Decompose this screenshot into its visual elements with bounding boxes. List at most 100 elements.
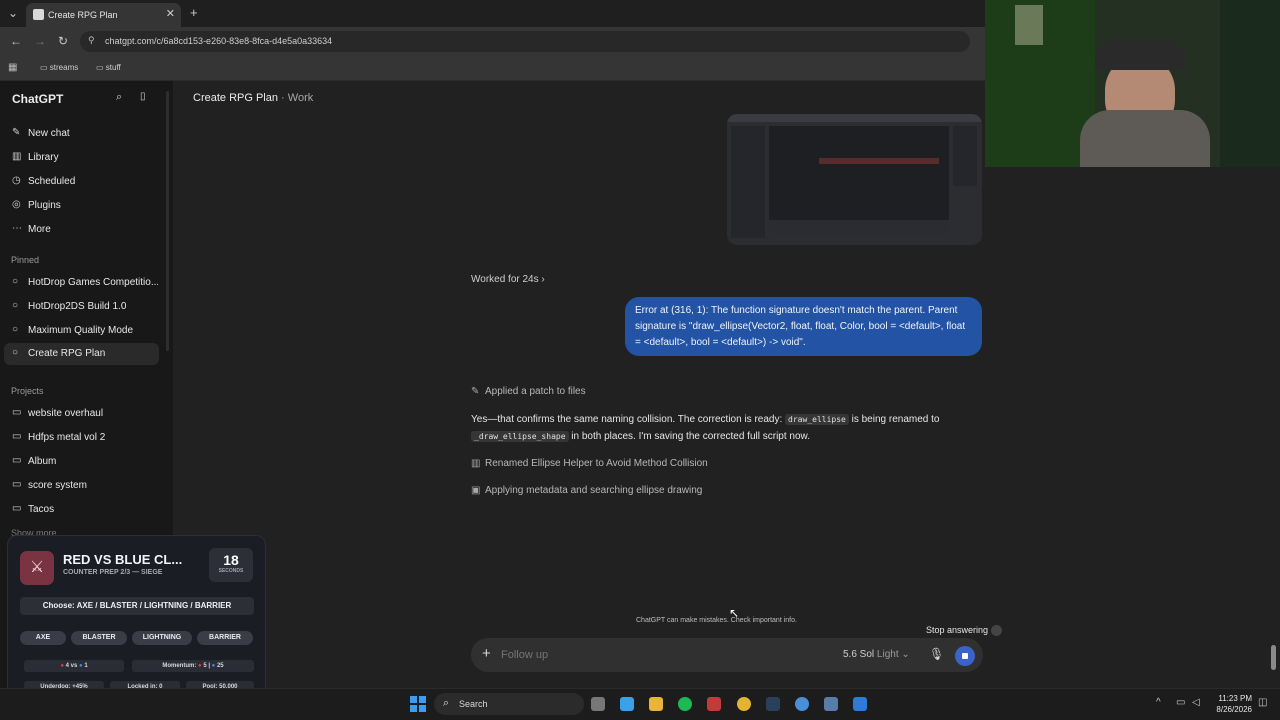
plus-icon[interactable]: + [482, 646, 491, 662]
microphone-icon[interactable]: 🎙 [929, 647, 944, 661]
assistant-reply: Yes—that confirms the same naming collis… [471, 414, 940, 442]
option-blaster-button[interactable]: BLASTER [71, 631, 127, 645]
key-hint-icon [990, 625, 1002, 637]
step-renamed[interactable]: ▥ Renamed Ellipse Helper to Avoid Method … [471, 458, 708, 469]
windows-start-icon[interactable] [410, 696, 426, 712]
sidebar-item-more[interactable]: ⋯ More [10, 222, 160, 240]
notification-bell-icon[interactable]: ◫ [1258, 697, 1267, 708]
close-tab-icon[interactable]: ✕ [166, 7, 175, 20]
projects-heading: Projects [11, 386, 44, 396]
blue-dot-icon: ● [79, 663, 83, 669]
project-name[interactable]: Work [288, 92, 313, 104]
conversation-header: Create RPG Plan · Work [193, 92, 314, 104]
option-lightning-button[interactable]: LIGHTNING [132, 631, 192, 645]
bookmark-folder-streams[interactable]: ▭ streams [40, 63, 78, 72]
sidebar-item-new-chat[interactable]: ✎ New chat [10, 126, 160, 144]
pinned-item[interactable]: ○ HotDrop2DS Build 1.0 [10, 299, 160, 317]
folder-icon: ▭ [40, 63, 48, 72]
pinned-item-active[interactable]: ○ Create RPG Plan [4, 343, 159, 365]
project-item[interactable]: ▭ Hdfps metal vol 2 [10, 430, 160, 448]
site-info-icon[interactable]: ⚲ [88, 35, 95, 46]
sidebar-item-library[interactable]: ▥ Library [10, 150, 160, 168]
mouse-cursor-icon: ↖ [729, 606, 740, 620]
steam-icon[interactable] [766, 697, 780, 711]
chrome-active-icon[interactable] [795, 697, 809, 711]
brand-title[interactable]: ChatGPT [12, 92, 63, 106]
chat-bubble-icon: ○ [12, 300, 19, 311]
bookmark-folder-stuff[interactable]: ▭ stuff [96, 63, 121, 72]
inline-code: draw_ellipse [785, 414, 849, 425]
project-item[interactable]: ▭ website overhaul [10, 406, 160, 424]
book-icon: ▥ [471, 458, 481, 469]
clock-icon: ◷ [12, 175, 21, 186]
widget-title: RED VS BLUE CL... [63, 552, 183, 567]
attached-screenshot-image[interactable] [727, 114, 982, 245]
sidebar-scrollbar[interactable] [166, 91, 169, 351]
sidebar-item-plugins[interactable]: ◎ Plugins [10, 198, 160, 216]
momentum-stat: Momentum: ● 5 | ● 25 [132, 660, 254, 672]
file-explorer-icon[interactable] [649, 697, 663, 711]
worked-for-toggle[interactable]: Worked for 24s › [471, 274, 545, 285]
edit-icon: ✎ [12, 127, 21, 138]
red-dot-icon: ● [60, 663, 64, 669]
pencil-icon: ✎ [471, 386, 480, 397]
vscode-icon[interactable] [853, 697, 867, 711]
folder-icon: ▭ [96, 63, 104, 72]
url-field[interactable]: ⚲ chatgpt.com/c/6a8cd153-e260-83e8-8fca-… [80, 31, 970, 52]
user-message-text: Error at (316, 1): The function signatur… [635, 305, 966, 348]
bookmarks-bar: ▦ ▭ streams ▭ stuff [0, 56, 985, 81]
option-axe-button[interactable]: AXE [20, 631, 66, 645]
countdown-timer: 18 SECONDS [209, 548, 253, 582]
stop-square-icon [962, 653, 968, 659]
task-view-icon[interactable] [591, 697, 605, 711]
tray-chevron-icon[interactable]: ^ [1156, 697, 1161, 708]
taskbar-clock[interactable]: 11:23 PM 8/26/2026 [1212, 693, 1252, 715]
settings-app-icon[interactable] [824, 697, 838, 711]
sidebar-toggle-icon[interactable]: ▯ [140, 91, 146, 102]
page-title[interactable]: Create RPG Plan [193, 92, 278, 104]
stop-answering-label[interactable]: Stop answering [920, 622, 1008, 638]
tab-list-chevron-icon[interactable]: ⌄ [8, 6, 18, 20]
option-barrier-button[interactable]: BARRIER [197, 631, 253, 645]
stop-button[interactable] [955, 646, 975, 666]
volume-icon[interactable]: ◁ [1192, 697, 1200, 708]
user-message-bubble: Error at (316, 1): The function signatur… [625, 297, 982, 356]
folder-icon: ▭ [12, 431, 22, 442]
project-item[interactable]: ▭ Album [10, 454, 160, 472]
inline-code: _draw_ellipse_shape [471, 431, 569, 442]
reload-icon[interactable]: ↻ [58, 34, 68, 48]
tab-title: Create RPG Plan [48, 10, 118, 20]
hud-app-icon[interactable] [707, 697, 721, 711]
model-selector[interactable]: 5.6 Sol Light ⌄ [843, 649, 910, 660]
back-arrow-icon[interactable]: ← [10, 34, 22, 48]
apps-grid-icon[interactable]: ▦ [8, 62, 17, 73]
chrome-icon[interactable] [737, 697, 751, 711]
widget-subtitle: COUNTER PREP 2/3 — SIEGE [63, 569, 163, 576]
network-icon[interactable]: ▭ [1176, 697, 1185, 708]
crossed-swords-icon: ⚔ [20, 551, 54, 585]
new-tab-plus-icon[interactable]: + [190, 5, 198, 20]
spotify-icon[interactable] [678, 697, 692, 711]
terminal-icon: ▣ [471, 485, 481, 496]
library-icon: ▥ [12, 151, 22, 162]
notepad-icon[interactable] [620, 697, 634, 711]
step-applied-patch[interactable]: ✎ Applied a patch to files [471, 386, 586, 397]
main-scrollbar[interactable] [1271, 645, 1276, 670]
pinned-item[interactable]: ○ Maximum Quality Mode [10, 323, 160, 341]
project-item[interactable]: ▭ Tacos [10, 502, 160, 520]
follow-up-input[interactable] [501, 647, 791, 663]
taskbar-search[interactable]: ⌕ Search [434, 693, 584, 715]
pinned-item[interactable]: ○ HotDrop Games Competitio... [10, 275, 160, 293]
browser-tab[interactable]: Create RPG Plan ✕ [26, 3, 181, 27]
step-applying[interactable]: ▣ Applying metadata and searching ellipse… [471, 485, 702, 496]
search-icon[interactable]: ⌕ [116, 91, 122, 104]
sidebar-item-scheduled[interactable]: ◷ Scheduled [10, 174, 160, 192]
project-item[interactable]: ▭ score system [10, 478, 160, 496]
red-dot-icon: ● [198, 663, 202, 669]
forward-arrow-icon[interactable]: → [34, 34, 46, 48]
folder-icon: ▭ [12, 479, 22, 490]
chat-bubble-icon: ○ [12, 276, 19, 287]
blue-dot-icon: ● [211, 663, 216, 669]
chevron-down-icon: ⌄ [901, 649, 910, 660]
webcam-overlay [985, 0, 1280, 167]
